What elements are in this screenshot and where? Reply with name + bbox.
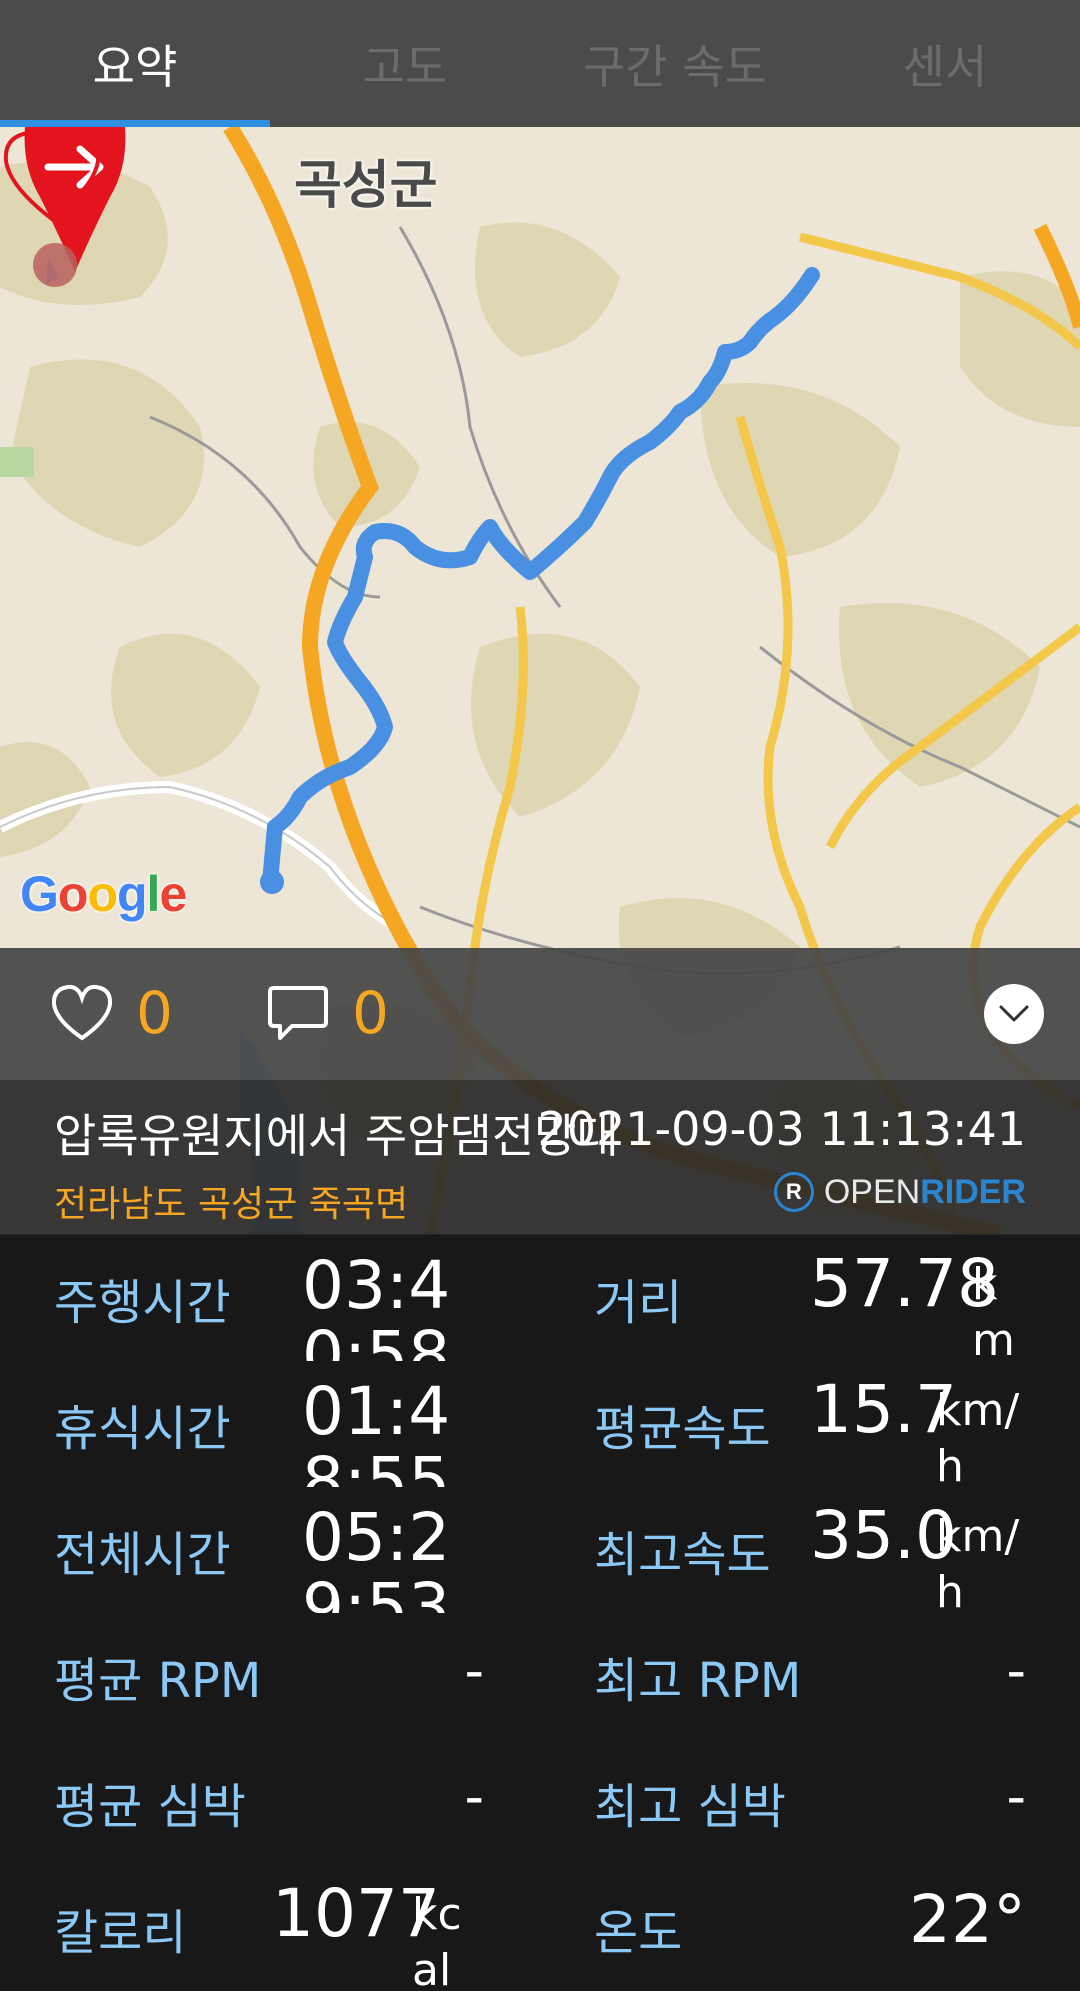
- social-bar: 0 0: [0, 948, 1080, 1080]
- stat-value: 03:40:58: [302, 1247, 451, 1362]
- stat-max-rpm: 최고 RPM -: [594, 1613, 1026, 1739]
- openrider-badge-icon: R: [773, 1172, 814, 1212]
- stat-label: 전체시간: [54, 1527, 231, 1583]
- stat-value: 57.78: [810, 1245, 999, 1322]
- stat-riding-time: 주행시간 03:40:58: [54, 1235, 484, 1362]
- openrider-logo: R OPEN RIDER: [773, 1172, 1026, 1212]
- stat-avg-speed: 평균속도 15.7 km/h: [594, 1361, 1026, 1488]
- comment-bubble-icon: [268, 986, 328, 1040]
- stat-unit: kcal: [412, 1889, 462, 1991]
- map-place-label: 곡성군: [294, 156, 438, 216]
- stat-label: 칼로리: [54, 1905, 187, 1961]
- stat-temperature: 온도 22°: [594, 1865, 1026, 1991]
- like-button[interactable]: 0: [50, 978, 173, 1048]
- stat-value: 22°: [909, 1881, 1026, 1958]
- tab-sensor[interactable]: 센서: [810, 0, 1080, 127]
- chevron-down-icon: [999, 1005, 1029, 1022]
- ride-info-bar: 압록유원지에서 주암댐전망대 2021-09-03 11:13:41 전라남도 …: [0, 1080, 1080, 1235]
- like-count: 0: [136, 979, 173, 1047]
- stat-label: 온도: [594, 1905, 683, 1961]
- favorite-heart-icon[interactable]: [0, 127, 104, 227]
- stat-unit: km/h: [936, 1385, 1020, 1487]
- brand-rider-text: RIDER: [920, 1172, 1026, 1211]
- ride-title: 압록유원지에서 주암댐전망대: [54, 1109, 619, 1163]
- stat-unit: km: [972, 1259, 1015, 1361]
- stat-value: 35.0: [810, 1497, 957, 1574]
- stat-avg-heart-rate: 평균 심박 -: [54, 1739, 484, 1865]
- ride-location: 전라남도 곡성군 죽곡면: [54, 1184, 409, 1225]
- stat-unit: km/h: [936, 1511, 1020, 1613]
- comment-button[interactable]: 0: [266, 978, 389, 1048]
- stat-value: -: [1006, 1639, 1027, 1702]
- stat-total-time: 전체시간 05:29:53: [54, 1487, 484, 1614]
- stat-label: 평균 심박: [54, 1779, 246, 1835]
- stats-panel: 주행시간 03:40:58 거리 57.78 km 휴식시간 01:48:55 …: [0, 1235, 1080, 1991]
- stat-label: 최고 심박: [594, 1779, 786, 1835]
- stat-label: 최고 RPM: [594, 1653, 802, 1709]
- google-logo: Google: [20, 866, 187, 922]
- tab-summary[interactable]: 요약: [0, 0, 270, 127]
- stat-label: 최고속도: [594, 1527, 771, 1583]
- comment-count: 0: [352, 979, 389, 1047]
- stat-max-heart-rate: 최고 심박 -: [594, 1739, 1026, 1865]
- stat-value: -: [464, 1765, 485, 1828]
- tab-segment-speed[interactable]: 구간 속도: [540, 0, 810, 127]
- tab-bar: 요약 고도 구간 속도 센서: [0, 0, 1080, 127]
- expand-button[interactable]: [984, 984, 1044, 1044]
- stat-max-speed: 최고속도 35.0 km/h: [594, 1487, 1026, 1614]
- stat-label: 평균속도: [594, 1401, 771, 1457]
- stat-value: 15.7: [810, 1371, 957, 1448]
- stat-label: 주행시간: [54, 1275, 231, 1331]
- heart-outline-icon: [51, 984, 113, 1041]
- stat-avg-rpm: 평균 RPM -: [54, 1613, 484, 1739]
- ride-datetime: 2021-09-03 11:13:41: [537, 1102, 1026, 1156]
- tab-elevation[interactable]: 고도: [270, 0, 540, 127]
- stat-label: 거리: [594, 1275, 683, 1331]
- stat-value: 05:29:53: [302, 1499, 451, 1614]
- stat-distance: 거리 57.78 km: [594, 1235, 1026, 1362]
- stat-label: 휴식시간: [54, 1401, 231, 1457]
- stat-value: -: [464, 1639, 485, 1702]
- stat-value: 01:48:55: [302, 1373, 451, 1488]
- stat-label: 평균 RPM: [54, 1653, 262, 1709]
- stat-rest-time: 휴식시간 01:48:55: [54, 1361, 484, 1488]
- brand-open-text: OPEN: [823, 1172, 921, 1211]
- stat-calories: 칼로리 1077 kcal: [54, 1865, 484, 1991]
- stat-value: -: [1006, 1765, 1027, 1828]
